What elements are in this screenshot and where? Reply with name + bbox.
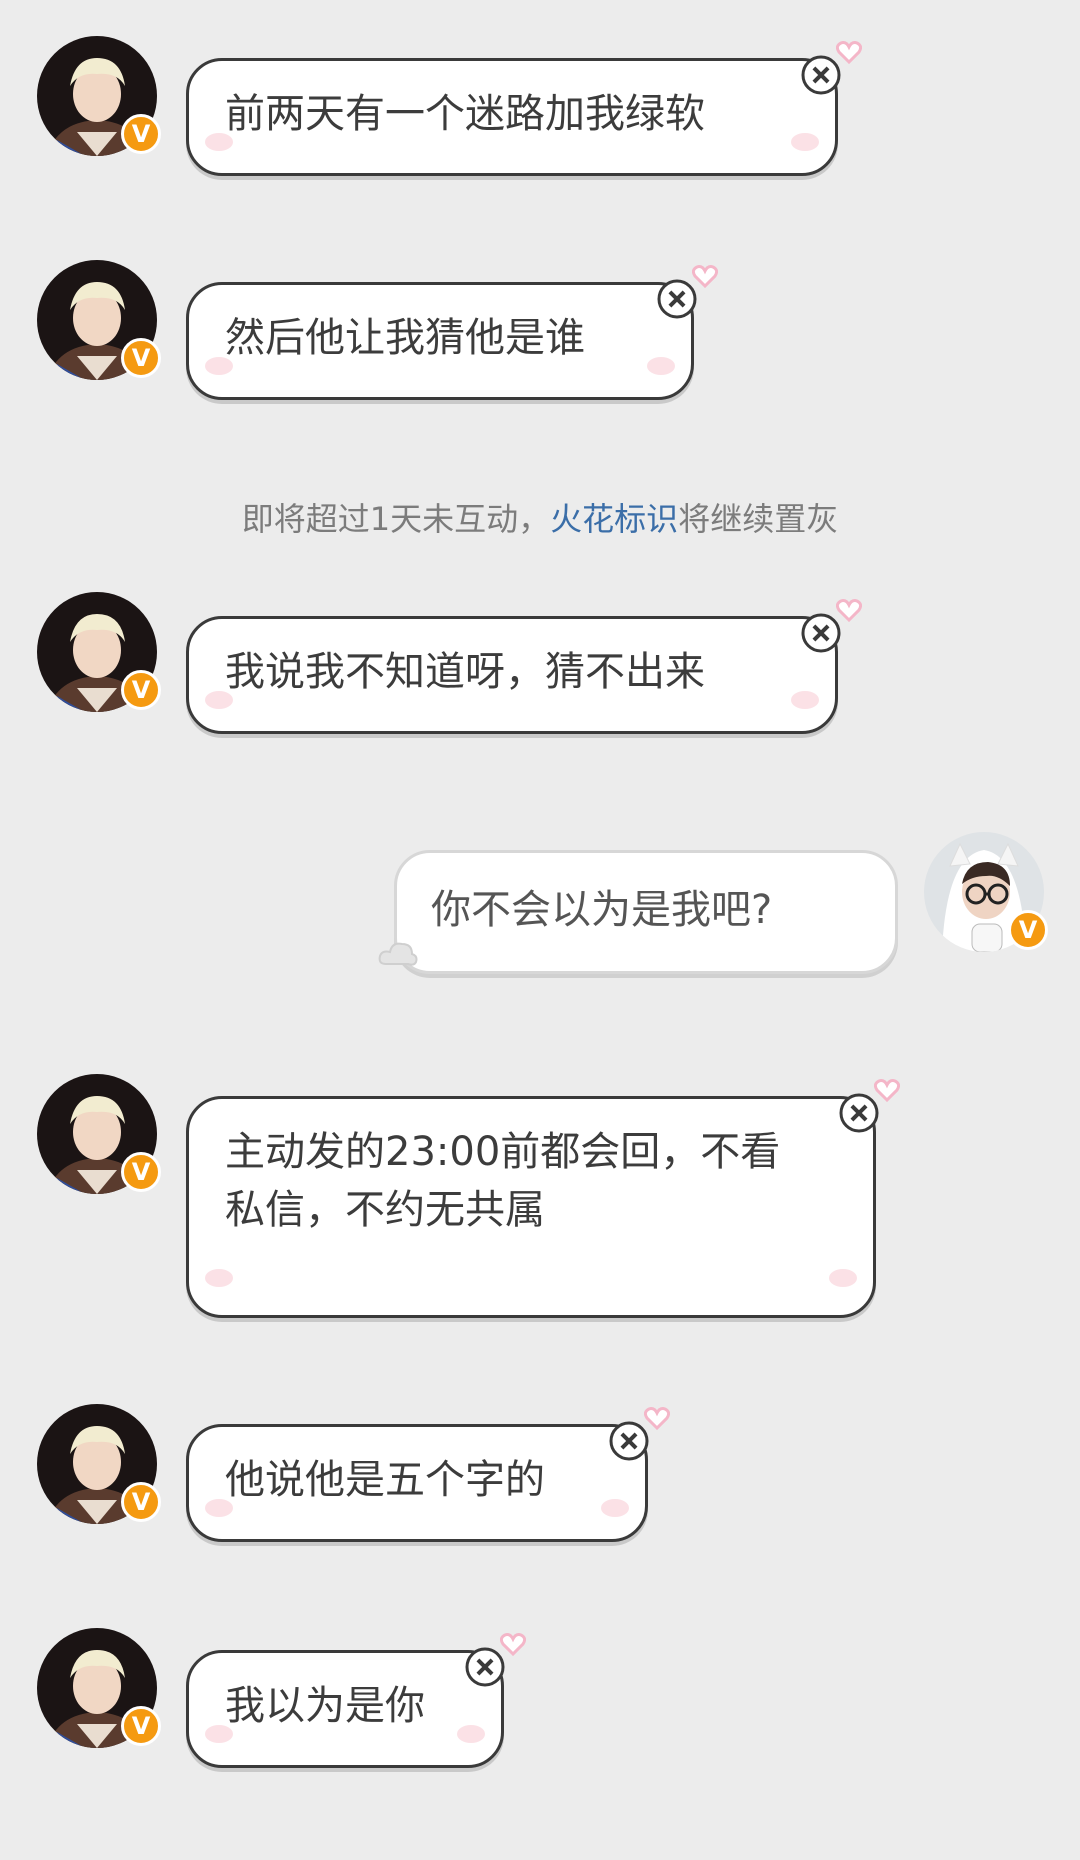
avatar[interactable]: V <box>37 1628 161 1748</box>
chat-thread: V 前两天有一个迷路加我绿软 V 然后他让我猜他是谁 即将超过1天未互动，火花标… <box>0 0 1080 1860</box>
verified-badge-icon: V <box>121 1482 161 1522</box>
message-bubble[interactable]: 然后他让我猜他是谁 <box>186 282 694 400</box>
message-text: 你不会以为是我吧? <box>431 887 773 933</box>
avatar[interactable]: V <box>37 260 161 380</box>
verified-badge-icon: V <box>121 670 161 710</box>
message-bubble[interactable]: 我以为是你 <box>186 1650 504 1768</box>
message-bubble[interactable]: 你不会以为是我吧? <box>394 850 898 974</box>
cloud-icon <box>378 940 418 968</box>
message-text: 我说我不知道呀，猜不出来 <box>225 649 705 695</box>
heart-icon <box>500 1632 526 1656</box>
message-bubble[interactable]: 他说他是五个字的 <box>186 1424 648 1542</box>
avatar[interactable]: V <box>37 592 161 712</box>
message-bubble[interactable]: 主动发的23:00前都会回，不看私信，不约无共属 <box>186 1096 876 1318</box>
message-text: 主动发的23:00前都会回，不看私信，不约无共属 <box>225 1129 781 1233</box>
message-text: 我以为是你 <box>225 1683 425 1729</box>
spark-badge-link[interactable]: 火花标识 <box>550 500 678 538</box>
system-tip-prefix: 即将超过1天未互动， <box>241 500 551 538</box>
verified-badge-icon: V <box>1008 910 1048 950</box>
message-text: 然后他让我猜他是谁 <box>225 315 585 361</box>
message-text: 前两天有一个迷路加我绿软 <box>225 91 705 137</box>
system-tip: 即将超过1天未互动，火花标识将继续置灰 <box>0 494 1080 540</box>
heart-icon <box>836 598 862 622</box>
heart-icon <box>692 264 718 288</box>
message-text: 他说他是五个字的 <box>225 1457 545 1503</box>
heart-icon <box>874 1078 900 1102</box>
avatar[interactable]: V <box>37 36 161 156</box>
avatar[interactable]: V <box>924 832 1048 952</box>
heart-icon <box>836 40 862 64</box>
heart-icon <box>644 1406 670 1430</box>
verified-badge-icon: V <box>121 114 161 154</box>
message-bubble[interactable]: 我说我不知道呀，猜不出来 <box>186 616 838 734</box>
verified-badge-icon: V <box>121 1152 161 1192</box>
message-bubble[interactable]: 前两天有一个迷路加我绿软 <box>186 58 838 176</box>
verified-badge-icon: V <box>121 338 161 378</box>
system-tip-suffix: 将继续置灰 <box>678 500 839 538</box>
avatar[interactable]: V <box>37 1074 161 1194</box>
verified-badge-icon: V <box>121 1706 161 1746</box>
avatar[interactable]: V <box>37 1404 161 1524</box>
